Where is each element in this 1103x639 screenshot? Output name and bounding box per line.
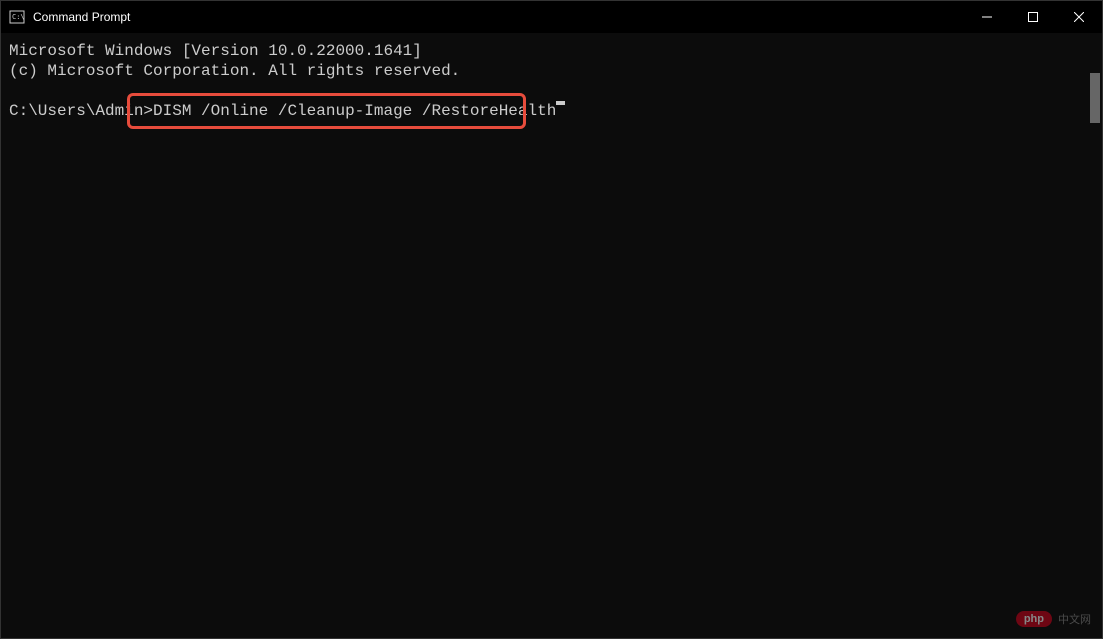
terminal-command-input[interactable]: DISM /Online /Cleanup-Image /RestoreHeal…: [153, 101, 556, 121]
terminal-body[interactable]: Microsoft Windows [Version 10.0.22000.16…: [1, 33, 1102, 638]
minimize-button[interactable]: [964, 1, 1010, 33]
watermark: php 中文网: [1016, 611, 1091, 627]
titlebar[interactable]: C:\ Command Prompt: [1, 1, 1102, 33]
terminal-blank-line: [9, 81, 1094, 101]
window-controls: [964, 1, 1102, 33]
close-button[interactable]: [1056, 1, 1102, 33]
watermark-badge: php: [1016, 611, 1052, 627]
svg-text:C:\: C:\: [12, 13, 25, 21]
watermark-text: 中文网: [1058, 611, 1091, 627]
terminal-cursor: [556, 101, 565, 105]
terminal-output-line: (c) Microsoft Corporation. All rights re…: [9, 61, 1094, 81]
maximize-button[interactable]: [1010, 1, 1056, 33]
cmd-icon: C:\: [9, 9, 25, 25]
terminal-prompt-line: C:\Users\Admin>DISM /Online /Cleanup-Ima…: [9, 101, 1094, 121]
terminal-output-line: Microsoft Windows [Version 10.0.22000.16…: [9, 41, 1094, 61]
titlebar-left: C:\ Command Prompt: [9, 9, 130, 25]
command-prompt-window: C:\ Command Prompt Microsoft Windows [Ve…: [0, 0, 1103, 639]
scrollbar[interactable]: [1090, 73, 1100, 123]
terminal-prompt: C:\Users\Admin>: [9, 101, 153, 121]
window-title: Command Prompt: [33, 10, 130, 24]
